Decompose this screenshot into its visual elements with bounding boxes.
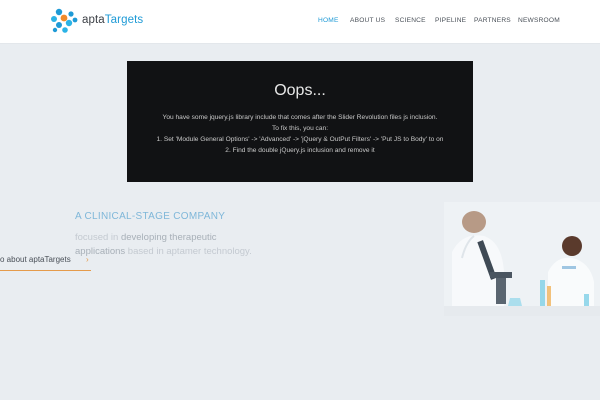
nav-item-partners[interactable]: PARTNERS [474,17,511,24]
error-line-2: To fix this, you can: [271,125,329,132]
hero-text-line-1-pre: focused in [75,232,121,243]
laboratory-scientists-image [444,202,600,316]
hero-heading: A CLINICAL-STAGE COMPANY [75,211,226,222]
site-header: aptaTargets HOME ABOUT US SCIENCE PIPELI… [0,0,600,44]
hero-text-line-1: focused in developing therapeutic [75,232,217,243]
lab-scene-icon [444,202,600,316]
nav-item-science[interactable]: SCIENCE [395,17,426,24]
error-title: Oops... [274,82,326,99]
slider-error-box: Oops... You have some jquery.js library … [127,61,473,182]
hero-text-line-2-post: based in aptamer technology. [125,246,252,257]
nav-item-newsroom[interactable]: NEWSROOM [518,17,560,24]
about-aptatargets-link[interactable]: o about aptaTargets › [0,255,91,271]
hero-text-line-1-strong: developing therapeutic [120,232,217,243]
error-line-3: 1. Set 'Module General Options' -> 'Adva… [156,136,444,143]
nav-item-about-us[interactable]: ABOUT US [350,17,385,24]
error-line-1: You have some jquery.js library include … [162,114,438,121]
error-line-4: 2. Find the double jQuery.js inclusion a… [225,147,375,154]
chevron-right-icon: › [86,255,89,264]
about-link-label: o about aptaTargets [0,255,71,264]
nav-item-home[interactable]: HOME [318,17,339,24]
hero-text-line-2: applications based in aptamer technology… [75,246,252,257]
main-nav: HOME ABOUT US SCIENCE PIPELINE PARTNERS … [0,17,600,29]
nav-item-pipeline[interactable]: PIPELINE [435,17,466,24]
